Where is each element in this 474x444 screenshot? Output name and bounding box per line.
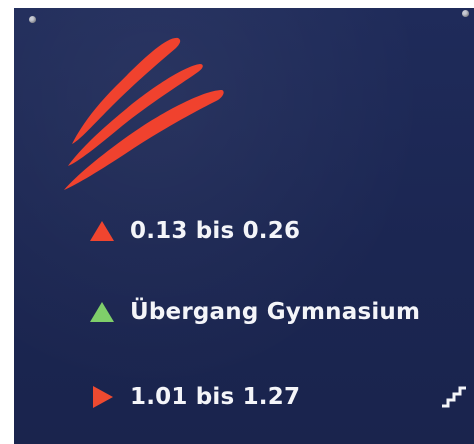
legend-row-1: 0.13 bis 0.26	[88, 218, 300, 244]
sign-panel: 0.13 bis 0.26 Übergang Gymnasium 1.01 bi…	[14, 8, 474, 444]
triangle-up-green-icon	[90, 302, 114, 322]
screw-top-left	[29, 16, 36, 23]
red-stripes-logo	[64, 37, 224, 190]
screw-top-right	[462, 10, 469, 17]
legend-row-3-label: 1.01 bis 1.27	[130, 384, 301, 410]
legend-row-1-label: 0.13 bis 0.26	[130, 218, 301, 244]
legend-row-3: 1.01 bis 1.27	[88, 384, 300, 410]
stairs-icon	[442, 386, 466, 408]
triangle-right-red-icon	[93, 386, 113, 408]
legend-row-2: Übergang Gymnasium	[88, 299, 420, 325]
legend-row-2-label: Übergang Gymnasium	[130, 299, 421, 325]
triangle-up-red-icon	[90, 221, 114, 241]
